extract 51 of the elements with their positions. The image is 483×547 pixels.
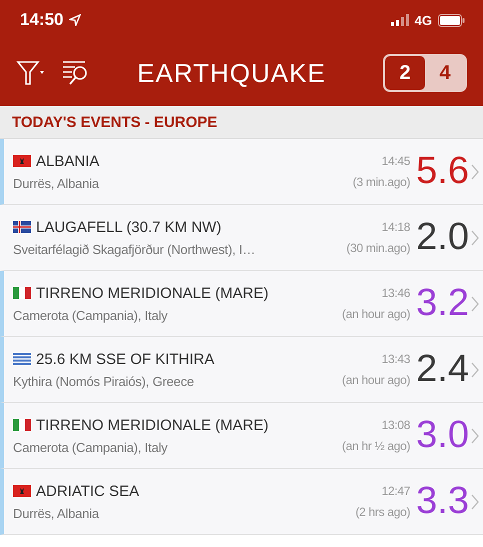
event-place: Camerota (Campania), Italy [13, 308, 168, 322]
chevron-icon [471, 164, 479, 180]
event-ago: (2 hrs ago) [355, 505, 410, 519]
event-time: 13:08 [382, 418, 410, 432]
chevron-icon [471, 230, 479, 246]
magnitude: 3.2 [416, 282, 469, 325]
segment-tab[interactable]: 2 [385, 56, 425, 90]
magnitude: 2.0 [416, 216, 469, 259]
event-ago: (30 min.ago) [346, 241, 410, 255]
status-time: 14:50 [20, 10, 64, 30]
event-time: 14:45 [382, 154, 410, 168]
event-title: LAUGAFELL (30.7 KM NW) [36, 218, 222, 236]
app-title: EARTHQUAKE [136, 58, 327, 88]
network-label: 4G [414, 12, 432, 28]
magnitude: 3.3 [416, 480, 469, 523]
magnitude: 5.6 [416, 150, 469, 193]
event-place: Durrës, Albania [13, 176, 100, 190]
magnitude: 3.0 [416, 414, 469, 457]
chevron-icon [471, 428, 479, 444]
flag-icon [13, 221, 31, 233]
flag-icon [13, 419, 31, 431]
flag-icon [13, 353, 31, 365]
event-place: Durrës, Albania [13, 506, 100, 520]
chevron-icon [471, 362, 479, 378]
event-ago: (an hour ago) [342, 307, 410, 321]
event-place: Sveitarfélagið Skagafjörður (Northwest), I… [13, 242, 256, 256]
event-title: 25.6 KM SSE OF KITHIRA [36, 350, 214, 368]
chevron-icon [471, 296, 479, 312]
battery-icon [438, 14, 465, 26]
section-header: TODAY'S EVENTS - EUROPE [0, 106, 483, 139]
event-time: 13:46 [382, 286, 410, 300]
event-ago: (an hr ½ ago) [342, 439, 410, 453]
signal-icon [390, 14, 409, 26]
event-ago: (an hour ago) [342, 373, 410, 387]
event-time: 13:43 [382, 352, 410, 366]
event-title: TIRRENO MERIDIONALE (MARE) [36, 284, 269, 302]
event-ago: (3 min.ago) [352, 175, 410, 189]
event-time: 12:47 [382, 484, 410, 498]
event-title: TIRRENO MERIDIONALE (MARE) [36, 416, 269, 434]
filter-icon[interactable] [16, 58, 46, 88]
event-place: Camerota (Campania), Italy [13, 440, 168, 454]
flag-icon [13, 155, 31, 167]
event-time: 14:18 [382, 220, 410, 234]
flag-icon [13, 485, 31, 497]
flag-icon [13, 287, 31, 299]
event-place: Kythira (Nomós Piraiós), Greece [13, 374, 195, 388]
magnitude: 2.4 [416, 348, 469, 391]
event-title: ADRIATIC SEA [36, 482, 140, 500]
chevron-icon [471, 494, 479, 510]
event-title: ALBANIA [36, 152, 100, 170]
location-arrow-icon [69, 14, 82, 26]
